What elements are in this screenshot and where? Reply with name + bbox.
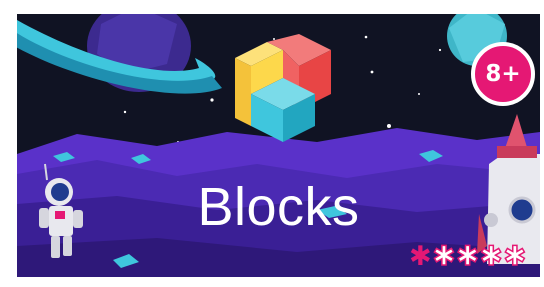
- blocks-logo-icon: [235, 34, 331, 142]
- star-rating: ✱ ✱ ✱ ✱ ✱: [409, 241, 527, 272]
- star-icon: ✱: [409, 241, 432, 272]
- age-rating-badge: 8+: [471, 42, 535, 106]
- star-icon: ✱: [503, 241, 527, 272]
- star-icon: ✱: [479, 241, 503, 272]
- screenshot-frame: Blocks 8+ ✱ ✱ ✱ ✱ ✱: [0, 0, 544, 287]
- app-banner[interactable]: Blocks 8+ ✱ ✱ ✱ ✱ ✱: [17, 14, 540, 277]
- star-icon: ✱: [432, 241, 456, 272]
- star-icon: ✱: [456, 241, 480, 272]
- app-title: Blocks: [197, 177, 360, 237]
